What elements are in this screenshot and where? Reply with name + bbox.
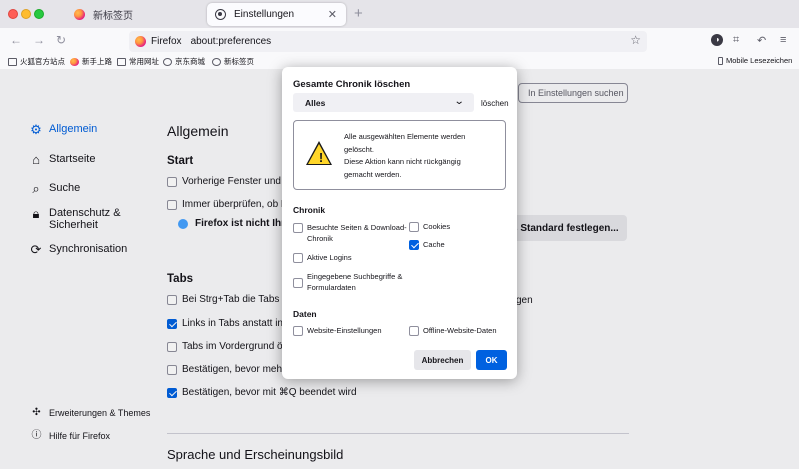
folder-icon bbox=[8, 57, 17, 66]
warning-box: ! Alle ausgewählten Elemente werden gelö… bbox=[293, 120, 506, 190]
globe-icon bbox=[163, 57, 172, 66]
data-option[interactable]: Offline-Website-Daten bbox=[409, 325, 523, 336]
chevron-down-icon: ⌄ bbox=[453, 96, 465, 107]
dialog-title: Gesamte Chronik löschen bbox=[293, 79, 411, 90]
firefox-icon bbox=[70, 57, 79, 66]
checkbox[interactable] bbox=[293, 278, 303, 288]
bookmark-item[interactable]: 新标签页 bbox=[212, 56, 254, 67]
bookmark-item[interactable]: 新手上路 bbox=[70, 56, 112, 67]
tab-label: Einstellungen bbox=[234, 9, 295, 20]
tab-bar: 新标签页 Einstellungen ✕ + bbox=[0, 0, 799, 28]
history-option[interactable]: Cache bbox=[409, 239, 523, 250]
reload-icon[interactable]: ↻ bbox=[56, 33, 66, 47]
bookmark-label: 常用网址 bbox=[129, 57, 159, 66]
bookmark-label: 火狐官方站点 bbox=[20, 57, 65, 66]
option-label: Cookies bbox=[423, 222, 451, 231]
bookmark-star-icon[interactable]: ☆ bbox=[630, 33, 641, 47]
bookmark-item[interactable]: 火狐官方站点 bbox=[8, 56, 65, 67]
option-label: Besuchte Seiten & Download-Chronik bbox=[307, 223, 407, 243]
data-heading: Daten bbox=[293, 309, 317, 319]
minimize-window-button[interactable] bbox=[21, 9, 31, 19]
globe-icon bbox=[212, 57, 221, 66]
gear-icon bbox=[215, 9, 226, 20]
history-option[interactable]: Aktive Logins bbox=[293, 252, 407, 263]
option-label: Aktive Logins bbox=[307, 253, 352, 262]
screenshot-icon[interactable]: ⌗ bbox=[733, 34, 739, 47]
warning-text: Alle ausgewählten Elemente werden gelösc… bbox=[344, 132, 466, 179]
bookmark-item[interactable]: 京东商城 bbox=[163, 56, 205, 67]
folder-icon bbox=[117, 57, 126, 66]
history-option[interactable]: Besuchte Seiten & Download-Chronik bbox=[293, 222, 407, 244]
time-range-value: Alles bbox=[305, 97, 326, 108]
option-label: Eingegebene Suchbegriffe & Formulardaten bbox=[307, 272, 403, 292]
undo-icon[interactable]: ↶ bbox=[757, 34, 766, 47]
checkbox[interactable] bbox=[409, 326, 419, 336]
option-label: Offline-Website-Daten bbox=[423, 326, 497, 335]
nav-bar: ← → ↻ Firefox about:preferences ☆ ◑ ⌗ ↶ … bbox=[0, 28, 799, 54]
checkbox[interactable] bbox=[293, 253, 303, 263]
forward-icon[interactable]: → bbox=[33, 33, 45, 47]
history-heading: Chronik bbox=[293, 205, 326, 215]
tab-settings[interactable]: Einstellungen ✕ bbox=[207, 3, 346, 26]
account-icon[interactable]: ◑ bbox=[711, 34, 723, 46]
close-tab-icon[interactable]: ✕ bbox=[328, 8, 337, 21]
bookmark-label: Mobile Lesezeichen bbox=[726, 56, 793, 65]
mobile-icon bbox=[718, 56, 723, 65]
menu-icon[interactable]: ≡ bbox=[780, 34, 786, 46]
firefox-identity-icon bbox=[135, 36, 146, 47]
clear-history-dialog: Gesamte Chronik löschen Alles ⌄ löschen … bbox=[282, 67, 517, 379]
bookmark-item[interactable]: 常用网址 bbox=[117, 56, 159, 67]
bookmark-label: 新手上路 bbox=[82, 57, 112, 66]
url-text[interactable]: about:preferences bbox=[191, 36, 272, 47]
checkbox[interactable] bbox=[293, 326, 303, 336]
time-range-label: löschen bbox=[481, 99, 509, 108]
back-icon[interactable]: ← bbox=[10, 33, 22, 47]
bookmark-label: 新标签页 bbox=[224, 57, 254, 66]
checkbox[interactable] bbox=[293, 223, 303, 233]
zoom-window-button[interactable] bbox=[34, 9, 44, 19]
ok-button[interactable]: OK bbox=[476, 350, 507, 370]
new-tab-button[interactable]: + bbox=[354, 5, 363, 22]
checkbox[interactable] bbox=[409, 240, 419, 250]
close-window-button[interactable] bbox=[8, 9, 18, 19]
url-bar[interactable]: Firefox about:preferences ☆ bbox=[129, 31, 647, 52]
tab-new-tab[interactable]: 新标签页 bbox=[66, 3, 204, 26]
mobile-bookmarks[interactable]: Mobile Lesezeichen bbox=[718, 56, 792, 65]
tab-label: 新标签页 bbox=[93, 11, 133, 22]
cancel-button[interactable]: Abbrechen bbox=[414, 350, 471, 370]
identity-label: Firefox bbox=[151, 36, 182, 47]
firefox-icon bbox=[74, 9, 85, 20]
option-label: Cache bbox=[423, 240, 445, 249]
option-label: Website-Einstellungen bbox=[307, 326, 382, 335]
time-range-select[interactable]: Alles ⌄ bbox=[293, 93, 474, 112]
history-option[interactable]: Eingegebene Suchbegriffe & Formulardaten bbox=[293, 271, 417, 293]
history-option[interactable]: Cookies bbox=[409, 221, 523, 232]
bookmark-label: 京东商城 bbox=[175, 57, 205, 66]
data-option[interactable]: Website-Einstellungen bbox=[293, 325, 407, 336]
checkbox[interactable] bbox=[409, 222, 419, 232]
